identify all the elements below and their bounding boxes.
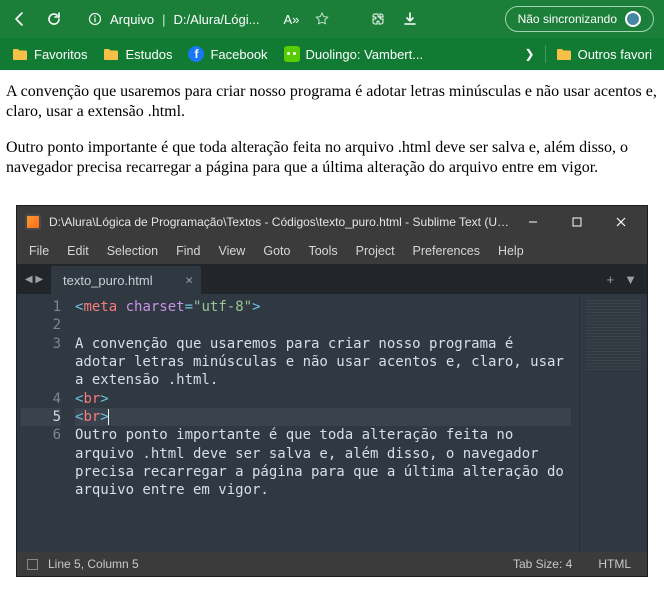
bookmark-other-favorites[interactable]: Outros favori	[556, 47, 652, 62]
page-content: A convenção que usaremos para criar noss…	[0, 70, 664, 582]
refresh-button[interactable]	[44, 9, 64, 29]
line-number: 3	[21, 335, 61, 353]
status-bar: Line 5, Column 5 Tab Size: 4 HTML	[17, 552, 647, 576]
address-separator: |	[162, 12, 165, 27]
new-tab-button[interactable]: +	[607, 272, 615, 287]
window-title: D:\Alura\Lógica de Programação\Textos - …	[49, 215, 511, 229]
address-bar[interactable]: Arquivo | D:/Alura/Lógi...	[78, 5, 269, 33]
line-number	[21, 371, 61, 389]
bookmark-label: Outros favori	[578, 47, 652, 62]
duolingo-icon	[284, 46, 300, 62]
bookmark-label: Favoritos	[34, 47, 87, 62]
menu-view[interactable]: View	[210, 241, 253, 261]
bookmarks-overflow-button[interactable]: ❯	[525, 47, 535, 61]
close-button[interactable]	[599, 206, 643, 238]
status-position[interactable]: Line 5, Column 5	[48, 557, 139, 571]
bookmark-label: Facebook	[210, 47, 267, 62]
bookmarks-bar: Favoritos Estudos Facebook Duolingo: Vam…	[0, 38, 664, 70]
extensions-button[interactable]	[369, 10, 387, 28]
address-kind: Arquivo	[110, 12, 154, 27]
menu-goto[interactable]: Goto	[255, 241, 298, 261]
editor[interactable]: 1 2 3 4 5 6 <meta charset="utf-8"> A con…	[17, 294, 647, 552]
line-number: 1	[21, 298, 61, 316]
sync-button[interactable]: Não sincronizando	[505, 6, 654, 32]
folder-icon	[556, 48, 572, 61]
address-path: D:/Alura/Lógi...	[173, 12, 259, 27]
bookmark-favoritos[interactable]: Favoritos	[12, 47, 87, 62]
line-number	[21, 463, 61, 481]
separator	[545, 45, 546, 63]
minimap[interactable]	[579, 294, 647, 552]
menu-selection[interactable]: Selection	[99, 241, 166, 261]
paragraph-1: A convenção que usaremos para criar noss…	[6, 82, 658, 122]
line-number: 4	[21, 390, 61, 408]
status-panel-button[interactable]	[27, 559, 38, 570]
facebook-icon	[188, 46, 204, 62]
favorite-button[interactable]	[313, 10, 331, 28]
bookmark-estudos[interactable]: Estudos	[103, 47, 172, 62]
menu-project[interactable]: Project	[348, 241, 403, 261]
sublime-logo-icon	[25, 214, 41, 230]
bookmark-label: Duolingo: Vambert...	[306, 47, 424, 62]
tab-texto-puro[interactable]: texto_puro.html ×	[51, 266, 201, 294]
sync-label: Não sincronizando	[518, 12, 617, 26]
line-number: 6	[21, 426, 61, 444]
tab-label: texto_puro.html	[63, 273, 153, 288]
folder-icon	[103, 48, 119, 61]
folder-icon	[12, 48, 28, 61]
menu-file[interactable]: File	[21, 241, 57, 261]
sublime-title-bar[interactable]: D:\Alura\Lógica de Programação\Textos - …	[17, 206, 647, 238]
browser-toolbar: Arquivo | D:/Alura/Lógi... A» Não sincro…	[0, 0, 664, 38]
status-syntax[interactable]: HTML	[592, 557, 637, 571]
downloads-button[interactable]	[401, 10, 419, 28]
back-button[interactable]	[10, 9, 30, 29]
bookmark-facebook[interactable]: Facebook	[188, 46, 267, 62]
info-icon	[88, 12, 102, 26]
bookmark-label: Estudos	[125, 47, 172, 62]
menu-edit[interactable]: Edit	[59, 241, 97, 261]
menu-help[interactable]: Help	[490, 241, 532, 261]
line-number: 2	[21, 316, 61, 334]
status-tab-size[interactable]: Tab Size: 4	[507, 557, 578, 571]
code-area[interactable]: <meta charset="utf-8"> A convenção que u…	[75, 294, 579, 552]
bookmark-duolingo[interactable]: Duolingo: Vambert...	[284, 46, 424, 62]
reader-mode-button[interactable]: A»	[283, 12, 299, 27]
line-number: 5	[21, 408, 61, 426]
menu-preferences[interactable]: Preferences	[405, 241, 488, 261]
menu-bar: File Edit Selection Find View Goto Tools…	[17, 238, 647, 264]
menu-tools[interactable]: Tools	[300, 241, 345, 261]
tab-strip: ◀ ▶ texto_puro.html × + ▼	[17, 264, 647, 294]
sublime-window: D:\Alura\Lógica de Programação\Textos - …	[17, 206, 647, 576]
paragraph-2: Outro ponto importante é que toda altera…	[6, 138, 658, 178]
tab-history-nav[interactable]: ◀ ▶	[17, 264, 51, 294]
minimize-button[interactable]	[511, 206, 555, 238]
avatar-icon	[625, 11, 641, 27]
line-number	[21, 481, 61, 499]
gutter: 1 2 3 4 5 6	[17, 294, 75, 552]
menu-find[interactable]: Find	[168, 241, 208, 261]
tab-menu-button[interactable]: ▼	[624, 272, 637, 287]
maximize-button[interactable]	[555, 206, 599, 238]
line-number	[21, 353, 61, 371]
tab-close-icon[interactable]: ×	[185, 273, 193, 288]
line-number	[21, 445, 61, 463]
